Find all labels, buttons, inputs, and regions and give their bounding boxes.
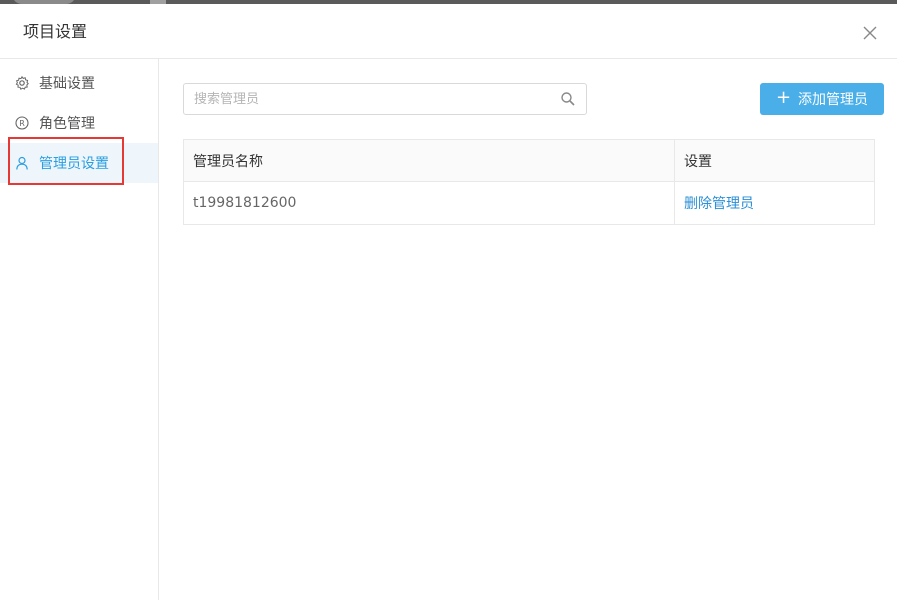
svg-text:R: R — [19, 119, 25, 128]
gear-icon — [14, 75, 30, 91]
column-header-settings: 设置 — [684, 153, 712, 170]
table-header-row: 管理员名称 设置 — [184, 140, 874, 182]
main-content: + 添加管理员 管理员名称 设置 t19981812600 删除管理员 — [160, 59, 897, 600]
search-icon[interactable] — [560, 91, 576, 107]
sidebar-item-role-management[interactable]: R 角色管理 — [0, 103, 158, 143]
dialog-header: 项目设置 — [0, 4, 897, 59]
add-admin-label: 添加管理员 — [798, 92, 869, 108]
project-settings-dialog: 项目设置 基础设置 R 角色管理 管理员设置 搜索管理员 + 添加管理员 管理员… — [0, 4, 897, 600]
delete-admin-link[interactable]: 删除管理员 — [684, 193, 754, 213]
user-icon — [14, 155, 30, 171]
add-admin-button[interactable]: + 添加管理员 — [760, 83, 884, 115]
close-icon — [863, 26, 877, 40]
table-row: t19981812600 删除管理员 — [184, 182, 874, 224]
search-field[interactable] — [183, 83, 587, 115]
sidebar-item-label: 角色管理 — [39, 116, 95, 132]
dialog-title: 项目设置 — [23, 22, 88, 41]
sidebar-item-basic-settings[interactable]: 基础设置 — [0, 63, 158, 103]
sidebar-item-label: 基础设置 — [39, 76, 95, 92]
close-button[interactable] — [858, 21, 882, 45]
registered-icon: R — [14, 115, 30, 131]
sidebar-item-admin-settings[interactable]: 管理员设置 — [0, 143, 158, 183]
sidebar: 基础设置 R 角色管理 管理员设置 — [0, 59, 159, 600]
sidebar-item-label: 管理员设置 — [39, 156, 109, 172]
actions-cell: 删除管理员 — [675, 182, 874, 224]
plus-icon: + — [775, 87, 792, 108]
admin-table: 管理员名称 设置 t19981812600 删除管理员 — [183, 139, 875, 225]
search-input[interactable] — [194, 84, 544, 114]
column-header-admin-name: 管理员名称 — [184, 140, 675, 181]
admin-name-cell: t19981812600 — [184, 182, 675, 224]
